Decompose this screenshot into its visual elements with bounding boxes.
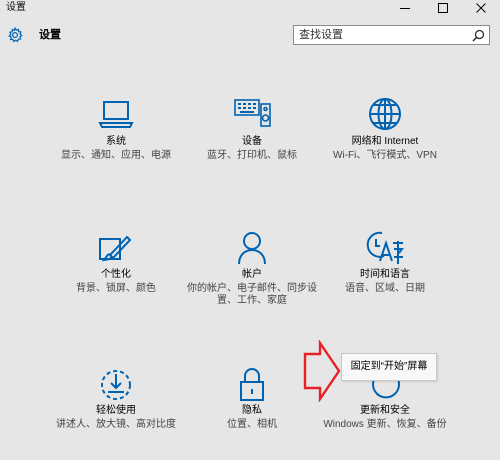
tile-title: 隐私 bbox=[242, 405, 262, 416]
tile-description: 显示、通知、应用、电源 bbox=[61, 150, 171, 161]
search-box[interactable] bbox=[293, 25, 490, 45]
tile-title: 轻松使用 bbox=[96, 405, 136, 416]
arrow-right-icon bbox=[303, 340, 341, 402]
tile-title: 设备 bbox=[242, 136, 262, 147]
gear-icon bbox=[8, 27, 23, 43]
minimize-button[interactable] bbox=[386, 0, 424, 16]
tile-description: 蓝牙、打印机、鼠标 bbox=[207, 150, 297, 161]
person-icon bbox=[232, 229, 272, 269]
tile-title: 系统 bbox=[106, 136, 126, 147]
tile-description: 位置、相机 bbox=[227, 419, 277, 430]
search-icon[interactable] bbox=[472, 29, 485, 42]
title-bar: 设置 bbox=[0, 0, 500, 16]
tile-title: 更新和安全 bbox=[360, 405, 410, 416]
lock-icon bbox=[232, 365, 272, 405]
pin-to-start-tooltip[interactable]: 固定到“开始”屏幕 bbox=[341, 353, 437, 381]
settings-tile-ease-of-access[interactable]: 轻松使用 讲述人、放大镜、高对比度 bbox=[46, 365, 186, 460]
settings-tile-privacy[interactable]: 隐私 位置、相机 bbox=[182, 365, 322, 460]
maximize-icon bbox=[438, 3, 448, 13]
window-title: 设置 bbox=[6, 2, 26, 13]
paint-brush-icon bbox=[96, 229, 136, 269]
tile-title: 帐户 bbox=[242, 269, 262, 280]
tile-description: 背景、锁屏、颜色 bbox=[76, 283, 156, 294]
settings-tile-time-language[interactable]: 时间和语言 语音、区域、日期 bbox=[315, 229, 455, 324]
tile-description: Windows 更新、恢复、备份 bbox=[323, 419, 447, 430]
window-controls bbox=[386, 0, 500, 16]
tile-description: 讲述人、放大镜、高对比度 bbox=[56, 419, 176, 430]
settings-tile-network[interactable]: 网络和 Internet Wi-Fi、飞行模式、VPN bbox=[315, 96, 455, 191]
globe-icon bbox=[365, 96, 405, 136]
page-title: 设置 bbox=[39, 29, 61, 41]
keyboard-speaker-icon bbox=[232, 96, 272, 136]
clock-language-icon bbox=[365, 229, 405, 269]
close-button[interactable] bbox=[462, 0, 500, 16]
close-icon bbox=[476, 3, 486, 13]
tile-title: 个性化 bbox=[101, 269, 131, 280]
tile-title: 时间和语言 bbox=[360, 269, 410, 280]
laptop-icon bbox=[96, 96, 136, 136]
tile-description: 你的帐户、电子邮件、同步设置、工作、家庭 bbox=[187, 283, 317, 306]
ease-of-access-icon bbox=[96, 365, 136, 405]
search-input[interactable] bbox=[294, 26, 464, 44]
settings-tile-system[interactable]: 系统 显示、通知、应用、电源 bbox=[46, 96, 186, 191]
tile-description: 语音、区域、日期 bbox=[345, 283, 425, 294]
tile-title: 网络和 Internet bbox=[351, 136, 419, 147]
settings-tile-devices[interactable]: 设备 蓝牙、打印机、鼠标 bbox=[182, 96, 322, 191]
maximize-button[interactable] bbox=[424, 0, 462, 16]
settings-tile-personalization[interactable]: 个性化 背景、锁屏、颜色 bbox=[46, 229, 186, 324]
tile-description: Wi-Fi、飞行模式、VPN bbox=[333, 150, 437, 161]
settings-tile-accounts[interactable]: 帐户 你的帐户、电子邮件、同步设置、工作、家庭 bbox=[182, 229, 322, 324]
minimize-icon bbox=[400, 8, 410, 9]
